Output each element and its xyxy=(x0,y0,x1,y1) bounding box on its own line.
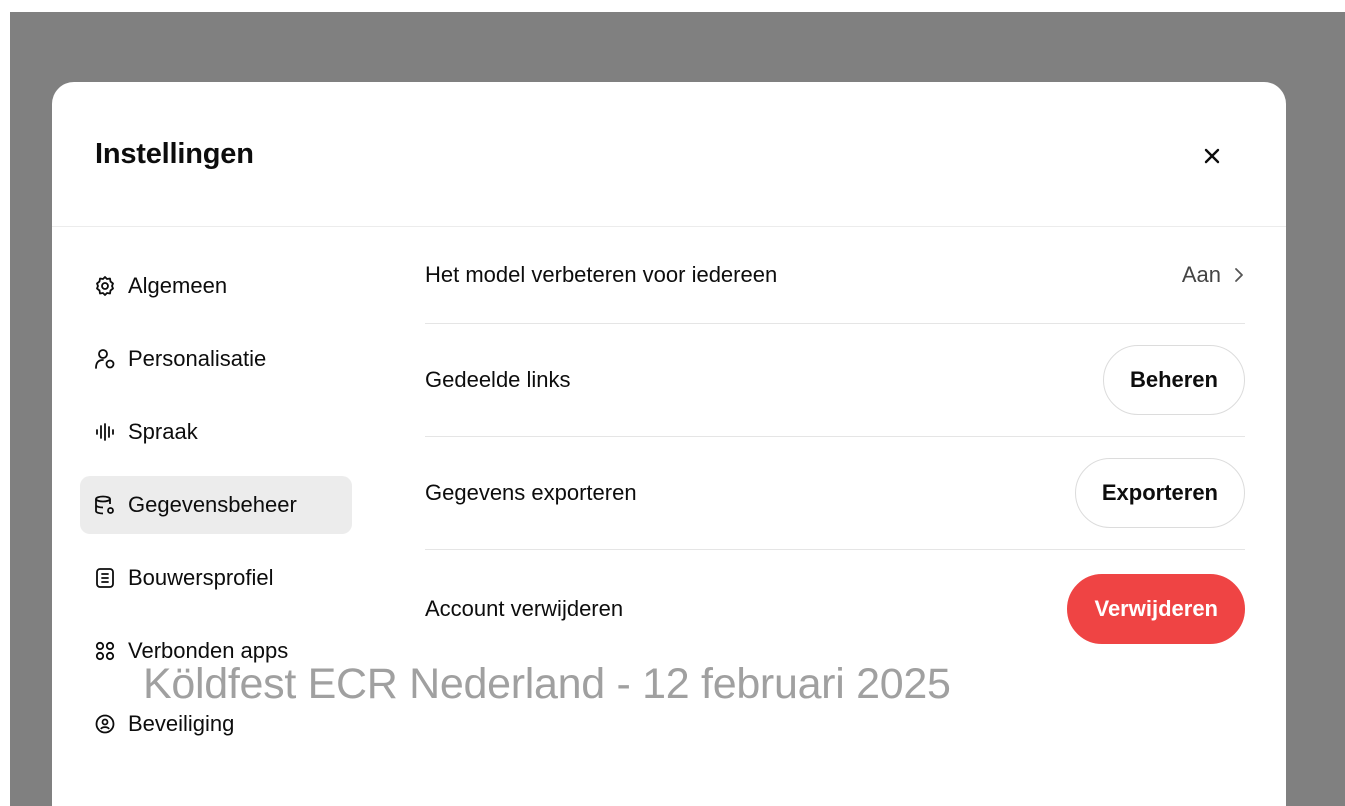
sidebar-item-label: Spraak xyxy=(128,419,198,444)
setting-row-delete-account: Account verwijderen Verwijderen xyxy=(425,550,1245,667)
shield-lock-icon xyxy=(94,713,116,735)
setting-value: Aan xyxy=(1181,262,1221,287)
setting-row-improve-model[interactable]: Het model verbeteren voor iedereen Aan xyxy=(425,227,1245,324)
sidebar-item-label: Beveiliging xyxy=(128,711,235,736)
sidebar-item-label: Personalisatie xyxy=(128,346,267,371)
watermark-caption: Köldfest ECR Nederland - 12 februari 202… xyxy=(143,660,951,708)
sidebar-item-bouwersprofiel[interactable]: Bouwersprofiel xyxy=(80,549,352,607)
manage-links-button[interactable]: Beheren xyxy=(1102,345,1245,415)
profile-card-icon xyxy=(94,567,116,589)
close-button[interactable] xyxy=(1192,138,1232,178)
sidebar-item-label: Algemeen xyxy=(128,273,228,298)
waveform-icon xyxy=(94,421,116,443)
export-data-button[interactable]: Exporteren xyxy=(1074,458,1245,528)
sidebar-item-label: Gegevensbeheer xyxy=(128,492,297,517)
setting-row-export-data: Gegevens exporteren Exporteren xyxy=(425,437,1245,550)
dialog-header: Instellingen xyxy=(52,82,1286,227)
dialog-title: Instellingen xyxy=(95,138,254,170)
sidebar-item-spraak[interactable]: Spraak xyxy=(80,403,352,461)
gear-icon xyxy=(94,275,116,297)
sidebar-item-algemeen[interactable]: Algemeen xyxy=(80,257,352,315)
setting-label: Het model verbeteren voor iedereen xyxy=(425,262,778,287)
setting-label: Gedeelde links xyxy=(425,367,571,392)
delete-account-button[interactable]: Verwijderen xyxy=(1067,573,1245,644)
sidebar-item-label: Bouwersprofiel xyxy=(128,565,274,590)
apps-grid-icon xyxy=(94,640,116,662)
setting-row-shared-links: Gedeelde links Beheren xyxy=(425,324,1245,437)
sidebar-item-gegevensbeheer[interactable]: Gegevensbeheer xyxy=(80,476,352,534)
chevron-right-icon xyxy=(1233,267,1245,283)
close-icon xyxy=(1202,146,1222,171)
settings-content: Het model verbeteren voor iedereen Aan G… xyxy=(425,227,1245,667)
person-icon xyxy=(94,348,116,370)
improve-model-value[interactable]: Aan xyxy=(1182,262,1245,288)
database-icon xyxy=(94,494,116,516)
setting-label: Gegevens exporteren xyxy=(425,480,637,505)
sidebar-item-personalisatie[interactable]: Personalisatie xyxy=(80,330,352,388)
setting-label: Account verwijderen xyxy=(425,595,624,621)
